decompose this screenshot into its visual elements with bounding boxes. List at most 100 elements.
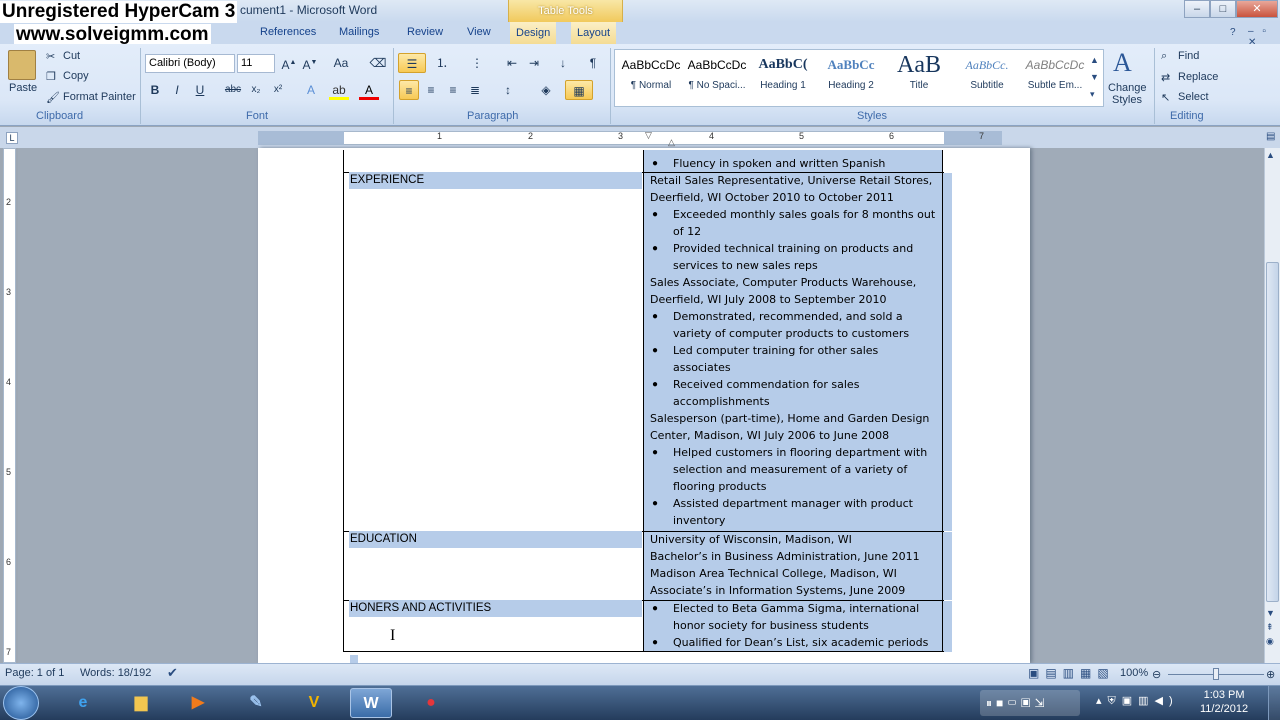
- style-no-spacing[interactable]: AaBbCcDc ¶ No Spaci...: [683, 50, 751, 106]
- education-line[interactable]: Associate’s in Information Systems, June…: [650, 582, 905, 599]
- tab-design[interactable]: Design: [510, 22, 557, 44]
- indent-marker-icon[interactable]: △: [668, 137, 675, 148]
- zoom-level[interactable]: 100%: [1120, 667, 1148, 679]
- tab-layout[interactable]: Layout: [571, 22, 617, 44]
- decrease-indent-icon[interactable]: ⇤: [502, 53, 522, 73]
- show-desktop-button[interactable]: [1268, 686, 1280, 720]
- honors-label[interactable]: HONERS AND ACTIVITIES: [349, 600, 642, 617]
- font-size-select[interactable]: 11: [237, 54, 275, 73]
- highlight-icon[interactable]: ab: [329, 80, 349, 100]
- grow-font-icon[interactable]: A▲: [279, 53, 299, 73]
- recorder-controls[interactable]: ⏸■▭▣⇲: [980, 690, 1080, 716]
- underline-icon[interactable]: U: [190, 80, 210, 100]
- clock[interactable]: 1:03 PM 11/2/2012: [1200, 688, 1248, 716]
- page-count[interactable]: Page: 1 of 1: [5, 667, 64, 679]
- experience-line[interactable]: Center, Madison, WI July 2006 to June 20…: [650, 427, 889, 444]
- experience-line[interactable]: accomplishments: [673, 393, 770, 410]
- shrink-font-icon[interactable]: A▼: [300, 53, 320, 73]
- proofing-icon[interactable]: ✔: [167, 665, 178, 681]
- style-subtitle[interactable]: AaBbCc. Subtitle: [953, 50, 1021, 106]
- find-icon[interactable]: ⌕: [1161, 50, 1167, 63]
- justify-icon[interactable]: ≣: [465, 80, 485, 100]
- tray-icons[interactable]: ▴⛨▣▥◀): [1096, 694, 1179, 708]
- experience-line[interactable]: Salesperson (part-time), Home and Garden…: [650, 410, 929, 427]
- align-center-icon[interactable]: ≡: [421, 80, 441, 100]
- bullets-icon[interactable]: ☰: [398, 53, 426, 73]
- zoom-out-icon[interactable]: ⊖: [1152, 668, 1161, 681]
- minimize-button[interactable]: –: [1184, 0, 1210, 18]
- scroll-down-icon[interactable]: ▼ ⇞ ◉: [1266, 606, 1275, 648]
- experience-line[interactable]: Retail Sales Representative, Universe Re…: [650, 172, 932, 189]
- maximize-button[interactable]: □: [1210, 0, 1236, 18]
- start-button[interactable]: [3, 686, 39, 720]
- media-player-icon[interactable]: ▶: [177, 688, 219, 718]
- experience-line[interactable]: Sales Associate, Computer Products Wareh…: [650, 274, 916, 291]
- honors-line[interactable]: Qualified for Dean’s List, six academic …: [673, 634, 928, 651]
- experience-line[interactable]: Provided technical training on products …: [673, 240, 913, 257]
- file-explorer-icon[interactable]: ▆: [120, 688, 162, 718]
- tab-review[interactable]: Review: [407, 26, 443, 38]
- show-hide-icon[interactable]: ¶: [583, 53, 603, 73]
- experience-line[interactable]: Deerfield, WI October 2010 to October 20…: [650, 189, 894, 206]
- superscript-icon[interactable]: x²: [268, 80, 288, 100]
- paint-icon[interactable]: ✎: [235, 688, 277, 718]
- view-buttons[interactable]: ▣▤▥▦▧: [1028, 666, 1115, 680]
- education-line[interactable]: Madison Area Technical College, Madison,…: [650, 565, 897, 582]
- paste-icon[interactable]: [8, 50, 36, 80]
- format-painter-button[interactable]: Format Painter: [63, 91, 136, 103]
- zoom-slider-thumb[interactable]: [1213, 668, 1219, 680]
- tab-view[interactable]: View: [467, 26, 491, 38]
- find-button[interactable]: Find: [1178, 50, 1199, 62]
- experience-line[interactable]: Received commendation for sales: [673, 376, 859, 393]
- zoom-in-icon[interactable]: ⊕: [1266, 668, 1275, 681]
- honors-line[interactable]: honor society for business students: [673, 617, 869, 634]
- doc-window-controls[interactable]: – ▫ ✕: [1248, 26, 1276, 48]
- education-label[interactable]: EDUCATION: [349, 531, 642, 548]
- style-heading-2[interactable]: AaBbCc Heading 2: [817, 50, 885, 106]
- paste-button[interactable]: Paste: [9, 82, 37, 94]
- experience-line[interactable]: flooring products: [673, 478, 766, 495]
- vertical-ruler[interactable]: [3, 148, 16, 663]
- text-effects-icon[interactable]: A: [301, 80, 321, 100]
- experience-line[interactable]: of 12: [673, 223, 701, 240]
- indent-marker-icon[interactable]: ▽: [645, 130, 652, 141]
- select-icon[interactable]: ↖: [1161, 91, 1170, 104]
- tab-mailings[interactable]: Mailings: [339, 26, 379, 38]
- styles-scroll-icon[interactable]: ▲ ▼ ▾: [1090, 52, 1099, 103]
- multilevel-list-icon[interactable]: ⋮: [467, 53, 487, 73]
- select-button[interactable]: Select: [1178, 91, 1209, 103]
- change-styles-icon[interactable]: A: [1113, 48, 1132, 78]
- align-right-icon[interactable]: ≡: [443, 80, 463, 100]
- help-icon[interactable]: ?: [1230, 27, 1236, 38]
- font-name-select[interactable]: Calibri (Body): [145, 54, 235, 73]
- recorder-icon[interactable]: ●: [410, 688, 452, 718]
- experience-line[interactable]: Exceeded monthly sales goals for 8 month…: [673, 206, 935, 223]
- style-title[interactable]: AaB Title: [885, 50, 953, 106]
- borders-icon[interactable]: ▦: [565, 80, 593, 100]
- shading-icon[interactable]: ◈: [536, 80, 556, 100]
- font-color-icon[interactable]: A: [359, 80, 379, 100]
- replace-button[interactable]: Replace: [1178, 71, 1218, 83]
- sort-icon[interactable]: ↓: [553, 53, 573, 73]
- strikethrough-icon[interactable]: abc: [223, 80, 243, 100]
- align-left-icon[interactable]: ≡: [399, 80, 419, 100]
- numbering-icon[interactable]: ⒈: [432, 53, 452, 73]
- word-taskbar-icon[interactable]: W: [350, 688, 392, 718]
- style-heading-1[interactable]: AaBbC( Heading 1: [749, 50, 817, 106]
- style-subtle-emphasis[interactable]: AaBbCcDc Subtle Em...: [1021, 50, 1089, 106]
- app-v-icon[interactable]: V: [293, 688, 335, 718]
- honors-line[interactable]: Elected to Beta Gamma Sigma, internation…: [673, 600, 919, 617]
- format-painter-icon[interactable]: 🖌: [46, 91, 60, 104]
- skill-item[interactable]: Fluency in spoken and written Spanish: [673, 155, 885, 172]
- experience-line[interactable]: Led computer training for other sales: [673, 342, 878, 359]
- copy-button[interactable]: Copy: [63, 70, 89, 82]
- experience-line[interactable]: associates: [673, 359, 731, 376]
- change-case-icon[interactable]: Aa: [331, 53, 351, 73]
- increase-indent-icon[interactable]: ⇥: [524, 53, 544, 73]
- experience-line[interactable]: services to new sales reps: [673, 257, 818, 274]
- internet-explorer-icon[interactable]: e: [62, 688, 104, 718]
- education-line[interactable]: University of Wisconsin, Madison, WI: [650, 531, 852, 548]
- experience-line[interactable]: Deerfield, WI July 2008 to September 201…: [650, 291, 886, 308]
- education-line[interactable]: Bachelor’s in Business Administration, J…: [650, 548, 920, 565]
- line-spacing-icon[interactable]: ↕: [498, 80, 518, 100]
